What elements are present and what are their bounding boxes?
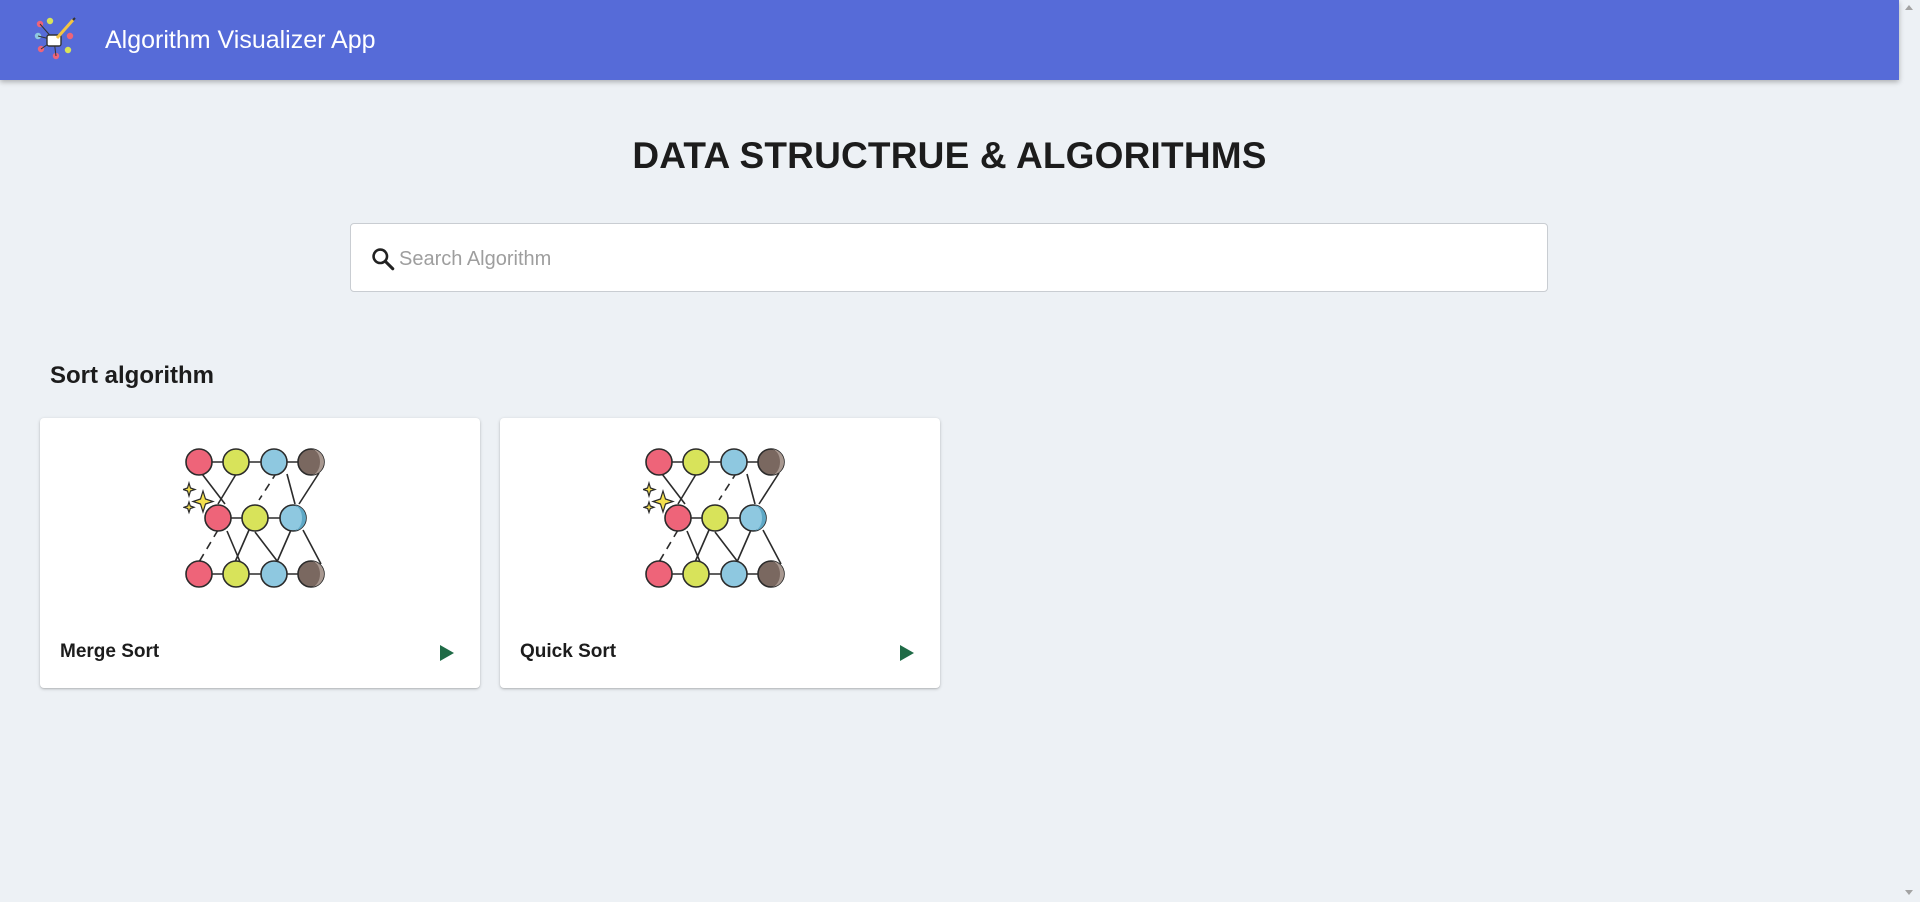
app-title: Algorithm Visualizer App: [105, 26, 376, 54]
search-icon: [372, 248, 395, 271]
search-input[interactable]: [397, 234, 1531, 284]
app-root: Algorithm Visualizer App DATA STRUCTRUE …: [0, 0, 1899, 902]
card-title: Quick Sort: [520, 641, 617, 662]
sort-network-illustration: [643, 448, 785, 588]
vertical-scrollbar[interactable]: [1899, 0, 1920, 902]
scroll-down-arrow-icon[interactable]: [1905, 890, 1913, 895]
section-title-sort: Sort algorithm: [50, 362, 215, 389]
app-bar: Algorithm Visualizer App: [0, 0, 1899, 80]
sort-network-illustration: [183, 448, 325, 588]
play-icon[interactable]: [896, 643, 916, 663]
scroll-up-arrow-icon[interactable]: [1905, 5, 1913, 10]
page-title: DATA STRUCTRUE & ALGORITHMS: [632, 135, 1267, 176]
search-box[interactable]: [350, 223, 1548, 292]
play-icon[interactable]: [436, 643, 456, 663]
algorithm-card-merge-sort[interactable]: Merge Sort: [40, 418, 480, 688]
algorithm-logo-icon: [34, 17, 76, 60]
algorithm-card-quick-sort[interactable]: Quick Sort: [500, 418, 940, 688]
card-title: Merge Sort: [60, 641, 160, 662]
